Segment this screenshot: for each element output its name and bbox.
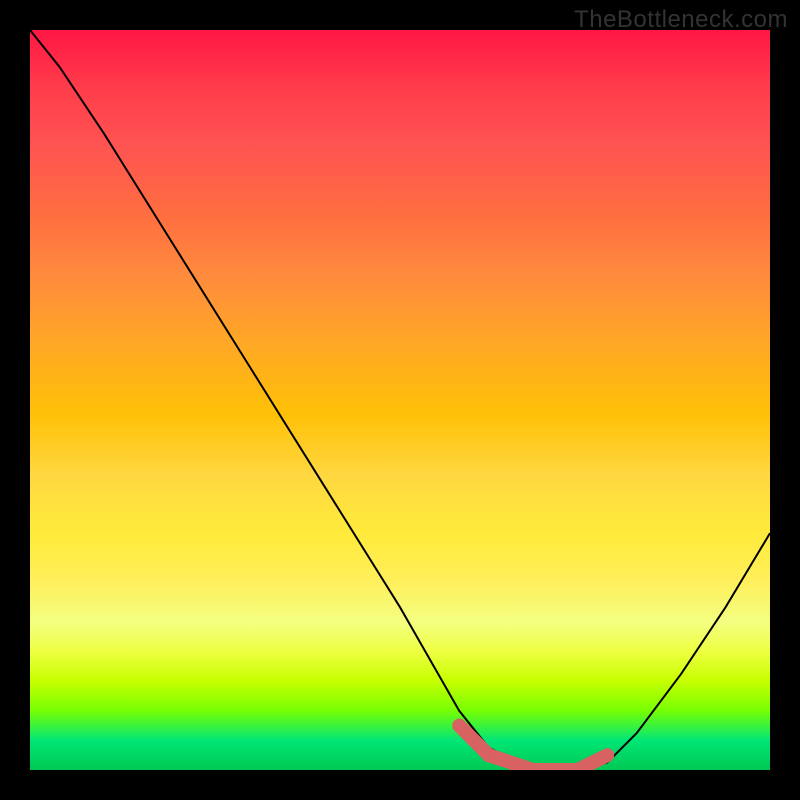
optimal-range-highlight — [459, 726, 607, 770]
watermark-text: TheBottleneck.com — [574, 6, 788, 34]
bottleneck-curve-path — [30, 30, 770, 770]
chart-frame: TheBottleneck.com — [0, 0, 800, 800]
plot-area — [30, 30, 770, 770]
curve-svg — [30, 30, 770, 770]
